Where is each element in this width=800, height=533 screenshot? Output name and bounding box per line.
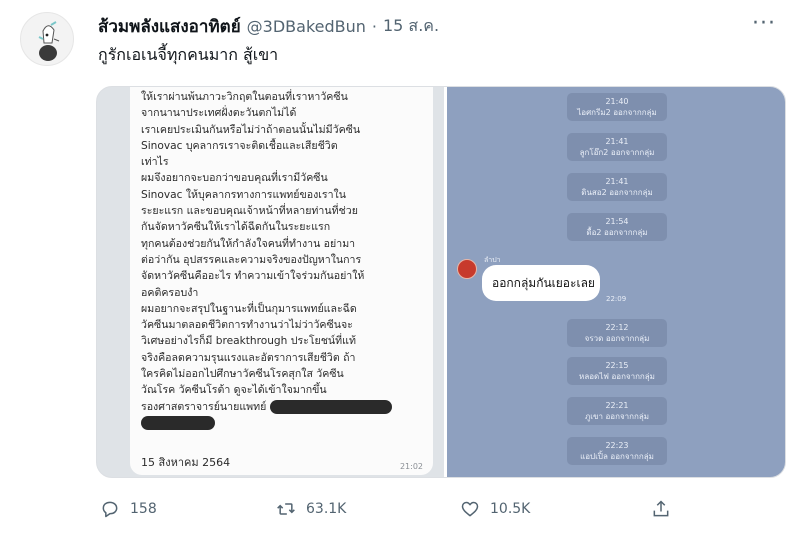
document-line: เราเคยประเมินกันหรือไม่ว่าถ้าตอนนั้นไม่ม… (141, 123, 361, 136)
document-line: วิเศษอย่างไรก็มี breakthrough ประโยชน์ที… (141, 335, 356, 348)
document-line: จัดหาวัคซีนคืออะไร ทำความเข้าใจร่วมกันอย… (141, 270, 365, 283)
document-line: จริงคือลดความรุนแรงและอัตราการเสียชีวิต … (141, 351, 356, 364)
document-line: ระยะแรก และขอบคุณเจ้าหน้าที่หลายท่านที่ช… (141, 205, 358, 218)
display-name[interactable]: ส้วมพลังแสงอาทิตย์ (98, 13, 241, 40)
document-line: อคติครอบงำ (141, 286, 199, 299)
document-line: ผมจึงอยากจะบอกว่าขอบคุณที่เรามีวัคซีน (141, 172, 328, 185)
system-message-time: 22:21 (605, 401, 629, 410)
system-message: 21:54 ดื้อ2 ออกจากกลุ่ม (567, 213, 667, 241)
redaction-bar (269, 399, 392, 414)
system-message: 21:41 ดินสอ2 ออกจากกลุ่ม (567, 173, 667, 201)
chat-bubble-time: 22:09 (606, 295, 627, 303)
tweet: ส้วมพลังแสงอาทิตย์ @3DBakedBun · 15 ส.ค.… (0, 0, 800, 533)
document-line-redacted (141, 415, 423, 431)
system-message-text: ไอศกรีม2 ออกจากกลุ่ม (577, 108, 657, 117)
user-handle[interactable]: @3DBakedBun (247, 17, 366, 36)
system-message-text: ลูกโอ๊ก2 ออกจากกลุ่ม (579, 148, 655, 157)
document-line: ต่อว่ากัน อุปสรรคและความจริงของปัญหาในกา… (141, 253, 362, 266)
document-signature-text: รองศาสตราจารย์นายแพทย์ (141, 400, 267, 413)
system-message: 21:40 ไอศกรีม2 ออกจากกลุ่ม (567, 93, 667, 121)
system-message-text: จรวด ออกจากกลุ่ม (584, 334, 650, 343)
system-message: 21:41 ลูกโอ๊ก2 ออกจากกลุ่ม (567, 133, 667, 161)
document-line: Sinovac ให้บุคลากรทางการแพทย์ของเราใน (141, 188, 346, 201)
reply-button[interactable]: 158 (100, 494, 157, 524)
reply-icon (102, 501, 118, 518)
system-message-time: 21:41 (605, 177, 629, 186)
chat-screenshot: 21:40 ไอศกรีม2 ออกจากกลุ่ม 21:41 ลูกโอ๊ก… (447, 87, 785, 477)
system-message-time: 22:23 (605, 441, 629, 450)
tweet-actions: 158 63.1K 10.5K (96, 494, 786, 524)
retweet-button[interactable]: 63.1K (276, 494, 346, 524)
document-line: ให้เราผ่านพ้นภาวะวิกฤตในตอนที่เราหาวัคซี… (141, 91, 348, 103)
tweet-header: ส้วมพลังแสงอาทิตย์ @3DBakedBun · 15 ส.ค. (98, 14, 439, 38)
system-message: 22:23 แอปเปิ้ล ออกจากกลุ่ม (567, 437, 667, 465)
system-message-time: 21:54 (605, 217, 629, 226)
system-message-text: ดื้อ2 ออกจากกลุ่ม (586, 228, 648, 237)
share-icon (653, 500, 669, 517)
document-card: ให้เราผ่านพ้นภาวะวิกฤตในตอนที่เราหาวัคซี… (130, 87, 433, 475)
like-count: 10.5K (490, 501, 531, 517)
retweet-count: 63.1K (306, 501, 347, 517)
system-message-text: หลอดไฟ ออกจากกลุ่ม (579, 372, 655, 381)
document-line: วัคซีนมาตลอดชีวิตการทำงานว่าไม่ว่าวัคซีน… (141, 319, 353, 332)
document-line: Sinovac บุคลากรเราจะติดเชื้อและเสียชีวิต (141, 139, 338, 152)
document-screenshot: ให้เราผ่านพ้นภาวะวิกฤตในตอนที่เราหาวัคซี… (97, 87, 444, 477)
system-message-text: ดินสอ2 ออกจากกลุ่ม (581, 188, 653, 197)
system-message-text: แอปเปิ้ล ออกจากกลุ่ม (580, 452, 654, 461)
document-line-signature: รองศาสตราจารย์นายแพทย์ (141, 399, 423, 415)
avatar[interactable] (20, 12, 74, 66)
document-line: กันจัดหาวัคซีนให้เราได้ฉีดกันในระยะแรก (141, 221, 331, 234)
chat-bubble: ออกกลุ่มกันเยอะเลย (482, 265, 600, 301)
more-icon[interactable]: ··· (752, 13, 776, 35)
document-line: วัณโรค วัคซีนโรต้า ดูจะได้เข้าใจมากขึ้น (141, 384, 327, 397)
document-line: ผมอยากจะสรุปในฐานะที่เป็นกุมารแพทย์และฉี… (141, 302, 357, 315)
heart-icon (461, 501, 479, 517)
retweet-icon (277, 503, 295, 515)
system-message-time: 22:15 (605, 361, 629, 370)
document-line: ทุกคนต้องช่วยกันให้กำลังใจคนที่ทำงาน อย่… (141, 237, 356, 250)
document-line: ใครคิดไม่ออกไปศึกษาวัคซีนโรคสุกใส วัคซีน (141, 368, 344, 381)
system-message-time: 22:12 (605, 323, 629, 332)
redaction-bar (141, 415, 215, 430)
tweet-image[interactable]: ให้เราผ่านพ้นภาวะวิกฤตในตอนที่เราหาวัคซี… (96, 86, 786, 478)
document-time: 21:02 (399, 462, 423, 471)
reply-count: 158 (130, 501, 157, 517)
share-button[interactable] (651, 494, 671, 524)
like-button[interactable]: 10.5K (460, 494, 530, 524)
document-line: เท่าไร (141, 156, 169, 169)
document-date: 15 สิงหาคม 2564 (141, 456, 231, 469)
system-message: 22:12 จรวด ออกจากกลุ่ม (567, 319, 667, 347)
system-message: 22:21 ภูเขา ออกจากกลุ่ม (567, 397, 667, 425)
system-message-time: 21:41 (605, 137, 629, 146)
tweet-date[interactable]: 15 ส.ค. (383, 14, 439, 39)
chat-avatar (457, 259, 477, 279)
system-message-time: 21:40 (605, 97, 629, 106)
tweet-text: กูรักเอเนจี้ทุกคนมาก สู้เขา (98, 45, 279, 64)
system-message-text: ภูเขา ออกจากกลุ่ม (584, 412, 649, 421)
system-message: 22:15 หลอดไฟ ออกจากกลุ่ม (567, 357, 667, 385)
separator: · (371, 16, 377, 36)
document-line: จากนานาประเทศฝั่งตะวันตกไม่ได้ (141, 107, 297, 120)
